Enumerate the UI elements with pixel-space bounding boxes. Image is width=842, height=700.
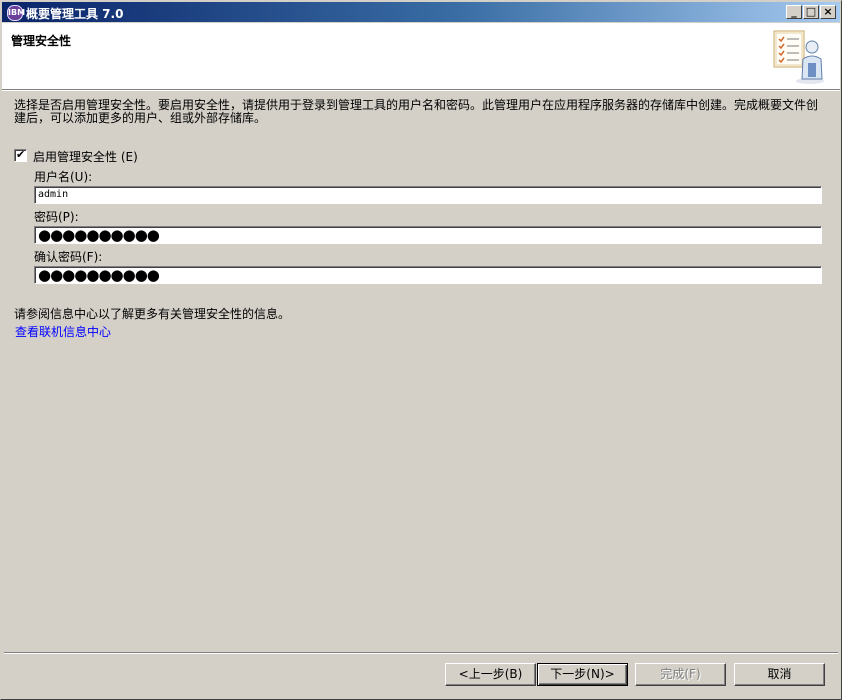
wizard-header: 管理安全性 [2, 23, 840, 90]
page-title: 管理安全性 [11, 34, 72, 48]
confirm-password-field[interactable]: ●●●●●●●●●● [34, 266, 822, 284]
username-field[interactable]: admin [34, 186, 822, 204]
footer-divider-highlight [4, 653, 838, 654]
online-info-center-link[interactable]: 查看联机信息中心 [15, 323, 111, 340]
finish-button[interactable]: 完成(F) [635, 663, 726, 686]
confirm-password-label: 确认密码(F): [34, 250, 103, 264]
confirm-password-mask: ●●●●●●●●●● [38, 266, 160, 284]
minimize-button[interactable]: _ [786, 5, 802, 19]
password-label: 密码(P): [34, 210, 79, 224]
enable-security-checkbox[interactable]: ✔ [14, 148, 27, 162]
app-icon: IBM [7, 5, 25, 21]
next-button[interactable]: 下一步(N)> [537, 663, 628, 686]
password-mask: ●●●●●●●●●● [38, 226, 160, 244]
wizard-user-icon [773, 30, 824, 84]
header-divider [2, 90, 840, 91]
info-text: 请参阅信息中心以了解更多有关管理安全性的信息。 [14, 307, 291, 321]
password-field[interactable]: ●●●●●●●●●● [34, 226, 822, 244]
cancel-button[interactable]: 取消 [734, 663, 825, 686]
close-button[interactable]: × [820, 5, 836, 19]
username-label: 用户名(U): [34, 170, 93, 184]
description-text: 选择是否启用管理安全性。要启用安全性，请提供用于登录到管理工具的用户名和密码。此… [14, 98, 819, 125]
enable-security-label[interactable]: 启用管理安全性 (E) [33, 148, 138, 165]
wizard-window: IBM 概要管理工具 7.0 _ □ × 管理安全性 选择是否启用管理安全性。要… [0, 0, 842, 700]
checkmark-icon: ✔ [16, 148, 26, 161]
back-button[interactable]: <上一步(B) [445, 663, 536, 686]
maximize-button[interactable]: □ [803, 5, 819, 19]
window-title: 概要管理工具 7.0 [26, 7, 124, 21]
title-bar[interactable]: IBM 概要管理工具 7.0 _ □ × [2, 2, 840, 22]
